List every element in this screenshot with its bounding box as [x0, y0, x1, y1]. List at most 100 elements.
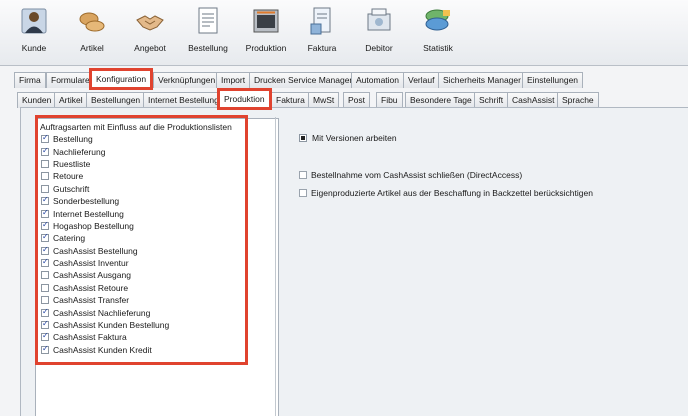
list-item[interactable]: Catering: [41, 232, 169, 244]
list-item-checkbox[interactable]: [41, 195, 49, 206]
tab-einstellungen[interactable]: Einstellungen: [522, 72, 584, 88]
list-item[interactable]: CashAssist Bestellung: [41, 245, 169, 257]
tab-bestellungen[interactable]: Bestellungen: [86, 92, 146, 108]
panel-divider: [275, 117, 276, 416]
tab-konfiguration[interactable]: Konfiguration: [88, 68, 154, 90]
tab-fibu[interactable]: Fibu: [376, 92, 403, 108]
list-item-checkbox[interactable]: [41, 172, 49, 181]
tab-faktura[interactable]: Faktura: [271, 92, 310, 108]
list-item[interactable]: Hogashop Bestellung: [41, 220, 169, 232]
list-item-checkbox[interactable]: [41, 307, 49, 317]
toolbar-statistik-button[interactable]: Statistik: [408, 4, 468, 60]
list-item-checkbox[interactable]: [41, 159, 49, 168]
list-item-checkbox[interactable]: [41, 257, 49, 268]
toolbar-angebot-button[interactable]: Angebot: [120, 4, 180, 60]
listbox-title: Auftragsarten mit Einfluss auf die Produ…: [40, 122, 232, 132]
list-item-checkbox[interactable]: [41, 208, 49, 218]
handshake-icon: [135, 6, 165, 36]
toolbar-bestellung-button[interactable]: Bestellung: [178, 4, 238, 60]
list-item[interactable]: CashAssist Inventur: [41, 257, 169, 269]
tab-formulare[interactable]: Formulare: [46, 72, 95, 88]
list-item-label: CashAssist Retoure: [53, 282, 129, 293]
list-item-checkbox[interactable]: [41, 344, 49, 354]
toolbar-artikel-button[interactable]: Artikel: [62, 4, 122, 60]
versions-radio[interactable]: [299, 134, 307, 142]
toolbar-label: Kunde: [21, 43, 47, 53]
list-item-label: CashAssist Faktura: [53, 332, 127, 343]
list-item[interactable]: Internet Bestellung: [41, 207, 169, 219]
tab-cashassist[interactable]: CashAssist: [507, 92, 560, 108]
list-item-checkbox[interactable]: [41, 319, 49, 330]
tab-schrift[interactable]: Schrift: [474, 92, 509, 108]
list-item-label: Retoure: [53, 171, 84, 182]
tab-firma[interactable]: Firma: [14, 72, 46, 88]
list-item[interactable]: CashAssist Transfer: [41, 294, 169, 306]
list-item-label: Sonderbestellung: [53, 196, 120, 207]
list-item[interactable]: CashAssist Retoure: [41, 282, 169, 294]
versions-option[interactable]: Mit Versionen arbeiten: [299, 133, 397, 143]
list-item-label: CashAssist Transfer: [53, 295, 130, 306]
list-item[interactable]: Nachlieferung: [41, 145, 169, 157]
tab-verlauf[interactable]: Verlauf: [403, 72, 440, 88]
tab-post[interactable]: Post: [343, 92, 371, 108]
list-item-label: CashAssist Ausgang: [53, 270, 131, 281]
list-item[interactable]: CashAssist Ausgang: [41, 269, 169, 281]
list-item-checkbox[interactable]: [41, 331, 49, 342]
list-item-checkbox[interactable]: [41, 296, 49, 305]
debitor-icon: [364, 6, 394, 36]
tab-drucken-service-manager[interactable]: Drucken Service Manager: [249, 72, 358, 88]
produktion-settings-panel: Auftragsarten mit Einfluss auf die Produ…: [20, 107, 688, 416]
toolbar-label: Angebot: [134, 43, 166, 53]
eigenproduziert-option[interactable]: Eigenproduzierte Artikel aus der Beschaf…: [299, 188, 593, 198]
list-item[interactable]: Ruestliste: [41, 158, 169, 170]
toolbar-label: Produktion: [245, 43, 287, 53]
list-item-checkbox[interactable]: [41, 220, 49, 230]
list-item-label: Nachlieferung: [53, 146, 106, 157]
list-item-label: CashAssist Nachlieferung: [53, 307, 151, 318]
list-item-checkbox[interactable]: [41, 245, 49, 255]
toolbar-label: Faktura: [307, 43, 337, 53]
toolbar-produktion-button[interactable]: Produktion: [236, 4, 296, 60]
order-document-icon: [193, 6, 223, 36]
tab-verknuepfungen[interactable]: Verknüpfungen: [153, 72, 221, 88]
list-item-label: Catering: [53, 233, 86, 244]
toolbar-debitor-button[interactable]: Debitor: [349, 4, 409, 60]
list-item-checkbox[interactable]: [41, 283, 49, 292]
list-item-checkbox[interactable]: [41, 232, 49, 243]
list-item-label: Bestellung: [53, 134, 93, 145]
list-item-checkbox[interactable]: [41, 146, 49, 156]
list-item[interactable]: Retoure: [41, 170, 169, 182]
toolbar-kunde-button[interactable]: Kunde: [4, 4, 64, 60]
main-tab-row: Firma Formulare Konfiguration Verknüpfun…: [0, 68, 688, 90]
list-item-checkbox[interactable]: [41, 271, 49, 280]
toolbar-label: Statistik: [423, 43, 453, 53]
tab-kunden[interactable]: Kunden: [17, 92, 57, 108]
list-item-label: Hogashop Bestellung: [53, 220, 134, 231]
list-item[interactable]: CashAssist Faktura: [41, 331, 169, 343]
tab-besondere-tage[interactable]: Besondere Tage: [405, 92, 477, 108]
list-item-label: Ruestliste: [53, 158, 91, 169]
eigenproduziert-checkbox[interactable]: [299, 189, 307, 197]
list-item[interactable]: CashAssist Kunden Kredit: [41, 344, 169, 356]
main-toolbar: Kunde Artikel Angebot Bestellung Produkt…: [0, 0, 688, 66]
toolbar-faktura-button[interactable]: Faktura: [292, 4, 352, 60]
list-item[interactable]: Sonderbestellung: [41, 195, 169, 207]
tab-produktion[interactable]: Produktion: [217, 88, 272, 110]
cashassist-close-checkbox[interactable]: [299, 171, 307, 179]
tab-internet-bestellung[interactable]: Internet Bestellung: [143, 92, 224, 108]
tab-mwst[interactable]: MwSt: [308, 92, 340, 108]
tab-sicherheits-manager[interactable]: Sicherheits Manager: [438, 72, 526, 88]
toolbar-label: Debitor: [365, 43, 393, 53]
tab-artikel[interactable]: Artikel: [54, 92, 88, 108]
tab-automation[interactable]: Automation: [351, 72, 404, 88]
tab-import[interactable]: Import: [216, 72, 251, 88]
list-item-checkbox[interactable]: [41, 184, 49, 193]
tab-sprache[interactable]: Sprache: [557, 92, 599, 108]
list-item[interactable]: Gutschrift: [41, 183, 169, 195]
list-item[interactable]: CashAssist Nachlieferung: [41, 306, 169, 318]
cashassist-close-option[interactable]: Bestellnahme vom CashAssist schließen (D…: [299, 170, 522, 180]
sub-tab-row: Kunden Artikel Bestellungen Internet Bes…: [0, 88, 688, 110]
list-item-checkbox[interactable]: [41, 133, 49, 144]
list-item[interactable]: Bestellung: [41, 133, 169, 145]
list-item[interactable]: CashAssist Kunden Bestellung: [41, 319, 169, 331]
